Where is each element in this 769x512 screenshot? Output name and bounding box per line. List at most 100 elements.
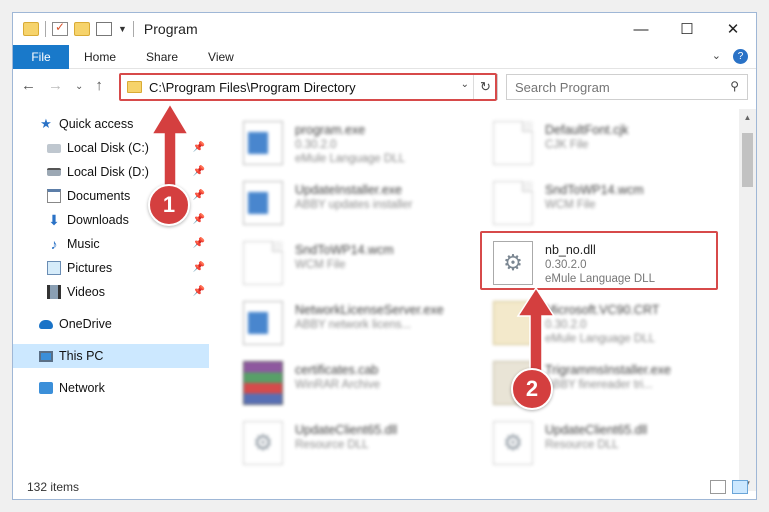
item-count: 132 items xyxy=(27,480,80,494)
cloud-icon xyxy=(39,319,53,329)
up-button[interactable]: ↑ xyxy=(95,77,103,94)
forward-button[interactable]: → xyxy=(48,77,63,94)
sidebar-item-label: Local Disk (D:) xyxy=(67,165,149,179)
new-folder-icon[interactable] xyxy=(74,22,90,36)
list-item[interactable]: Microsoft.VC90.CRT 0.30.2.0 eMule Langua… xyxy=(479,293,719,351)
maximize-button[interactable]: ☐ xyxy=(664,13,710,45)
sidebar-item-videos[interactable]: Videos 📌 xyxy=(13,280,209,304)
file-type: ABBY network licens... xyxy=(295,319,412,331)
pin-icon[interactable]: 📌 xyxy=(193,142,205,153)
blank-file-icon xyxy=(243,241,283,285)
back-button[interactable]: ← xyxy=(21,77,36,94)
minimize-button[interactable]: — xyxy=(618,13,664,45)
file-type: WCM File xyxy=(295,259,346,271)
application-icon xyxy=(243,181,283,225)
list-item[interactable]: NetworkLicenseServer.exe ABBY network li… xyxy=(229,293,469,351)
file-version: 0.30.2.0 xyxy=(295,139,337,151)
pin-icon[interactable]: 📌 xyxy=(193,286,205,297)
step-2-badge: 2 xyxy=(511,368,553,410)
list-item[interactable]: SndToWP14.wcm WCM File xyxy=(479,173,719,231)
file-type: Resource DLL xyxy=(545,439,619,451)
title-bar: ▼ Program — ☐ ✕ xyxy=(13,13,756,45)
file-name: NetworkLicenseServer.exe xyxy=(295,303,444,317)
address-highlight-box xyxy=(119,73,497,101)
status-bar: 132 items xyxy=(13,475,756,499)
list-item[interactable]: ⚙ UpdateClient65.dll Resource DLL xyxy=(479,413,719,471)
quick-access-toolbar: ▼ xyxy=(13,20,134,37)
ribbon-tabs: File Home Share View ⌄ ? xyxy=(13,44,756,69)
list-item[interactable]: certificates.cab WinRAR Archive xyxy=(229,353,469,411)
pin-icon[interactable]: 📌 xyxy=(193,190,205,201)
pin-icon[interactable]: 📌 xyxy=(193,214,205,225)
list-item[interactable]: program.exe 0.30.2.0 eMule Language DLL xyxy=(229,113,469,171)
list-item[interactable]: ⚙ UpdateClient65.dll Resource DLL xyxy=(229,413,469,471)
sidebar-item-pictures[interactable]: Pictures 📌 xyxy=(13,256,209,280)
sidebar-item-this-pc[interactable]: This PC xyxy=(13,344,209,368)
application-icon xyxy=(243,121,283,165)
pin-icon[interactable]: 📌 xyxy=(193,166,205,177)
search-box[interactable]: ⚲ xyxy=(506,74,748,100)
sidebar-item-label: OneDrive xyxy=(59,317,112,331)
file-type: Resource DLL xyxy=(295,439,369,451)
sidebar-item-label: Downloads xyxy=(67,213,129,227)
file-list: program.exe 0.30.2.0 eMule Language DLL … xyxy=(213,109,746,473)
blank-file-icon xyxy=(493,181,533,225)
dll-gear-icon: ⚙ xyxy=(493,421,533,465)
toolbar-divider xyxy=(45,21,46,37)
ribbon-right-controls: ⌄ ? xyxy=(712,49,748,64)
tab-view[interactable]: View xyxy=(193,50,249,64)
recent-locations-button[interactable]: ⌄ xyxy=(75,77,83,94)
file-name: DefaultFont.cjk xyxy=(545,123,629,137)
file-highlight-box xyxy=(480,231,718,290)
sidebar-item-label: Pictures xyxy=(67,261,113,275)
pin-icon[interactable]: 📌 xyxy=(193,262,205,273)
sidebar-item-label: Network xyxy=(59,381,105,395)
file-name: TrigrammsInstaller.exe xyxy=(545,363,671,377)
sidebar-item-label: Music xyxy=(67,237,100,251)
list-item[interactable]: DefaultFont.cjk CJK File xyxy=(479,113,719,171)
disk-icon xyxy=(47,143,61,153)
search-input[interactable] xyxy=(515,79,725,95)
pictures-icon xyxy=(47,261,61,275)
file-type: CJK File xyxy=(545,139,589,151)
archive-icon xyxy=(243,361,283,405)
sidebar-item-label: Quick access xyxy=(59,117,134,131)
help-icon[interactable]: ? xyxy=(733,49,748,64)
close-button[interactable]: ✕ xyxy=(710,13,756,45)
blank-file-icon xyxy=(493,121,533,165)
search-icon[interactable]: ⚲ xyxy=(730,79,739,93)
navigation-buttons: ← → ⌄ ↑ xyxy=(21,77,103,94)
scroll-up-button[interactable]: ▲ xyxy=(739,109,756,125)
file-name: UpdateClient65.dll xyxy=(295,423,398,437)
list-item[interactable]: UpdateInstaller.exe ABBY updates install… xyxy=(229,173,469,231)
network-icon xyxy=(39,382,53,394)
tab-share[interactable]: Share xyxy=(131,50,193,64)
download-icon: ⬇ xyxy=(48,212,60,228)
customize-toolbar-icon[interactable] xyxy=(96,22,112,36)
file-name: SndToWP14.wcm xyxy=(295,243,394,257)
chevron-down-icon[interactable]: ▼ xyxy=(118,24,127,34)
properties-check-icon[interactable] xyxy=(52,20,68,36)
file-name: program.exe xyxy=(295,123,366,137)
scroll-thumb[interactable] xyxy=(742,133,753,187)
vertical-scrollbar[interactable]: ▲ ▼ xyxy=(739,109,756,491)
step-1-badge: 1 xyxy=(148,184,190,226)
videos-icon xyxy=(47,285,61,299)
tiles-view-button[interactable] xyxy=(732,480,748,494)
pin-icon[interactable]: 📌 xyxy=(193,238,205,249)
folder-icon xyxy=(23,22,39,36)
music-icon: ♪ xyxy=(50,236,58,252)
file-type: WinRAR Archive xyxy=(295,379,380,391)
sidebar-item-label: Local Disk (C:) xyxy=(67,141,149,155)
sidebar-item-network[interactable]: Network xyxy=(13,376,209,400)
expand-ribbon-icon[interactable]: ⌄ xyxy=(712,49,721,64)
sidebar-item-music[interactable]: ♪ Music 📌 xyxy=(13,232,209,256)
file-type: ABBY updates installer xyxy=(295,199,413,211)
file-name: UpdateInstaller.exe xyxy=(295,183,403,197)
tab-home[interactable]: Home xyxy=(69,50,131,64)
application-icon xyxy=(243,301,283,345)
list-item[interactable]: SndToWP14.wcm WCM File xyxy=(229,233,469,291)
details-view-button[interactable] xyxy=(710,480,726,494)
tab-file[interactable]: File xyxy=(13,44,69,69)
sidebar-item-onedrive[interactable]: OneDrive xyxy=(13,312,209,336)
